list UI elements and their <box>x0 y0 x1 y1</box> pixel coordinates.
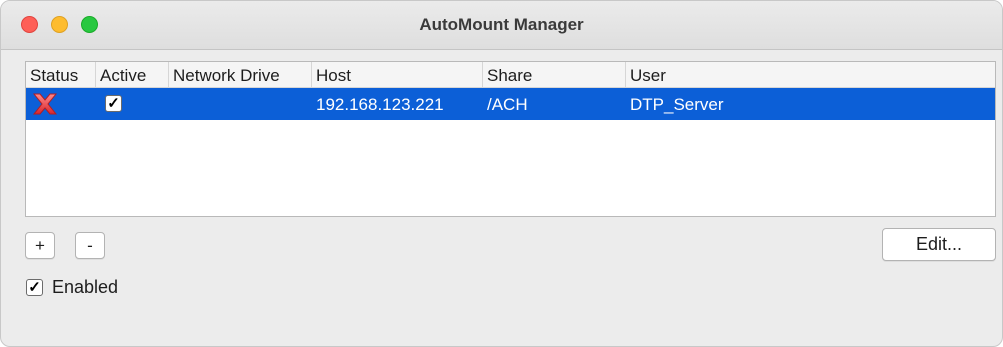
automount-manager-window: AutoMount Manager Status Active Network … <box>0 0 1003 347</box>
cell-host: 192.168.123.221 <box>316 95 444 114</box>
row-active-checkbox[interactable]: ✓ <box>105 95 122 112</box>
red-x-icon <box>32 93 58 115</box>
column-header-user[interactable]: User <box>626 62 995 87</box>
column-header-status[interactable]: Status <box>26 62 96 87</box>
enabled-label[interactable]: Enabled <box>52 277 118 298</box>
cell-share: /ACH <box>487 95 528 114</box>
edit-mount-button[interactable]: Edit... <box>882 228 996 261</box>
add-mount-button[interactable]: + <box>25 232 55 259</box>
table-header: Status Active Network Drive Host Share U… <box>26 62 995 88</box>
remove-mount-button[interactable]: - <box>75 232 105 259</box>
window-title: AutoMount Manager <box>419 15 584 34</box>
enabled-checkbox[interactable]: ✓ <box>26 279 43 296</box>
mounts-table[interactable]: Status Active Network Drive Host Share U… <box>25 61 996 217</box>
title-bar[interactable]: AutoMount Manager <box>1 1 1002 50</box>
resize-grip[interactable] <box>990 334 996 340</box>
column-header-host[interactable]: Host <box>312 62 483 87</box>
cell-network-drive <box>169 88 312 120</box>
column-header-active[interactable]: Active <box>96 62 169 87</box>
column-header-share[interactable]: Share <box>483 62 626 87</box>
table-row[interactable]: ✓ 192.168.123.221 /ACH DTP_Server <box>26 88 995 120</box>
column-header-network-drive[interactable]: Network Drive <box>169 62 312 87</box>
cell-user: DTP_Server <box>630 95 724 114</box>
